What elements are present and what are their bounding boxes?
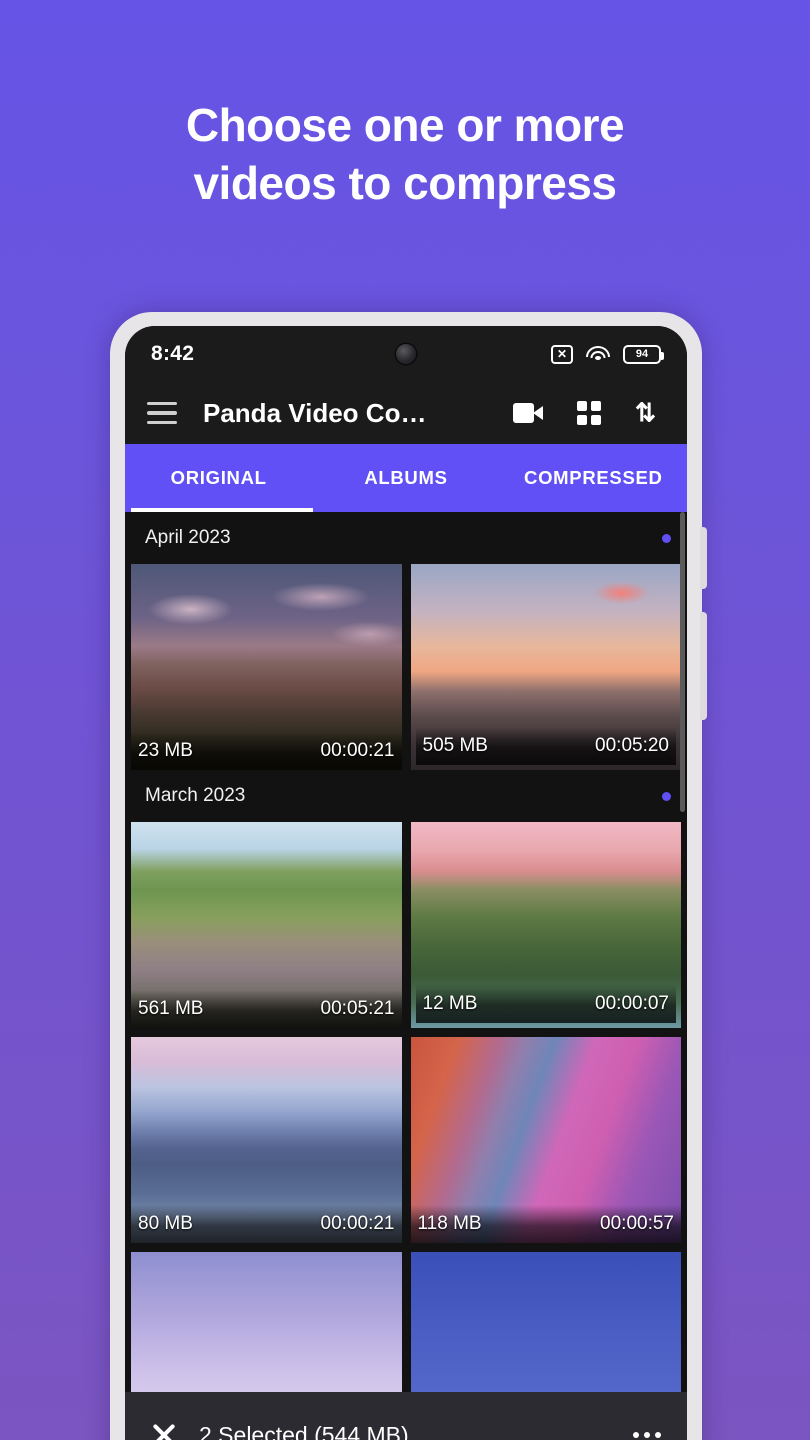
video-duration: 00:00:07 <box>595 993 669 1014</box>
thumbnail-meta: 505 MB 00:05:20 <box>415 727 676 765</box>
phone-screen: 8:42 ✕ 94 Panda Video Co… ⇅ ORIGINAL ALB… <box>125 326 687 1440</box>
promo-headline: Choose one or more videos to compress <box>0 96 810 212</box>
selection-bar-left: 2 Selected (544 MB) <box>151 1422 409 1440</box>
phone-volume-button <box>700 527 707 589</box>
tab-original[interactable]: ORIGINAL <box>125 444 312 512</box>
promo-headline-line1: Choose one or more <box>185 99 625 151</box>
video-thumbnail[interactable]: 23 MB 00:00:21 <box>131 564 402 770</box>
tab-compressed[interactable]: COMPRESSED <box>500 444 687 512</box>
thumbnail-image <box>131 1252 402 1392</box>
video-row: 80 MB 00:00:21 118 MB 00:00:57 <box>125 1037 687 1243</box>
thumbnail-image <box>410 1252 681 1392</box>
section-title: March 2023 <box>145 785 246 806</box>
wifi-icon <box>586 345 610 364</box>
tab-albums[interactable]: ALBUMS <box>312 444 499 512</box>
video-row: 23 MB 00:00:21 505 MB 00:05:20 <box>125 564 687 770</box>
video-thumbnail-selected[interactable]: 12 MB 00:00:07 <box>410 822 681 1028</box>
video-size: 561 MB <box>138 998 204 1019</box>
video-duration: 00:00:21 <box>320 740 395 761</box>
promo-headline-line2: videos to compress <box>193 157 617 209</box>
video-thumbnail[interactable]: 561 MB 00:05:21 <box>131 822 402 1028</box>
section-header-march: March 2023 <box>125 770 687 822</box>
thumbnail-meta: 118 MB 00:00:57 <box>410 1205 681 1243</box>
grid-view-icon[interactable] <box>577 401 601 425</box>
more-options-icon[interactable] <box>633 1432 661 1438</box>
list-scrollbar[interactable] <box>680 512 685 812</box>
selection-count-label: 2 Selected (544 MB) <box>199 1421 409 1440</box>
front-camera-cutout <box>396 344 416 364</box>
thumbnail-meta: 23 MB 00:00:21 <box>131 732 402 770</box>
selection-bar: 2 Selected (544 MB) <box>125 1392 687 1440</box>
section-selection-dot[interactable] <box>662 533 671 543</box>
video-thumbnail[interactable]: 80 MB 00:00:21 <box>131 1037 402 1243</box>
video-thumbnail[interactable]: 118 MB 00:00:57 <box>410 1037 681 1243</box>
phone-mockup: 8:42 ✕ 94 Panda Video Co… ⇅ ORIGINAL ALB… <box>110 312 707 1440</box>
tab-bar: ORIGINAL ALBUMS COMPRESSED <box>125 444 687 512</box>
sort-icon[interactable]: ⇅ <box>635 400 661 426</box>
video-size: 505 MB <box>422 735 488 756</box>
app-bar-actions: ⇅ <box>513 400 661 426</box>
video-thumbnail-selected[interactable]: 505 MB 00:05:20 <box>410 564 681 770</box>
video-size: 80 MB <box>138 1213 193 1234</box>
app-title: Panda Video Co… <box>203 397 427 428</box>
section-header-april: April 2023 <box>125 512 687 564</box>
video-camera-icon[interactable] <box>513 403 543 423</box>
section-title: April 2023 <box>145 527 231 548</box>
video-duration: 00:00:21 <box>320 1213 395 1234</box>
battery-level-label: 94 <box>635 347 649 360</box>
section-selection-dot[interactable] <box>662 791 671 801</box>
video-duration: 00:05:21 <box>320 998 395 1019</box>
status-bar: 8:42 ✕ 94 <box>125 326 687 382</box>
app-bar: Panda Video Co… ⇅ <box>125 382 687 444</box>
video-duration: 00:05:20 <box>595 735 669 756</box>
status-clock: 8:42 <box>151 342 195 365</box>
battery-icon: 94 <box>623 344 664 364</box>
status-icons: ✕ 94 <box>551 344 664 364</box>
phone-power-button <box>700 612 707 720</box>
video-thumbnail[interactable] <box>410 1252 681 1392</box>
close-icon[interactable] <box>151 1422 177 1440</box>
thumbnail-meta: 80 MB 00:00:21 <box>131 1205 402 1243</box>
video-row: 561 MB 00:05:21 12 MB 00:00:07 <box>125 822 687 1028</box>
video-list[interactable]: April 2023 23 MB 00:00:21 505 MB 00:05:2… <box>125 512 687 1392</box>
video-duration: 00:00:57 <box>600 1213 674 1234</box>
hamburger-menu-icon[interactable] <box>147 402 177 424</box>
video-size: 118 MB <box>417 1213 482 1234</box>
video-size: 23 MB <box>138 740 193 761</box>
thumbnail-meta: 12 MB 00:00:07 <box>415 985 676 1023</box>
video-size: 12 MB <box>422 993 478 1014</box>
video-row-partial <box>125 1252 687 1392</box>
no-sim-icon: ✕ <box>551 344 573 364</box>
thumbnail-meta: 561 MB 00:05:21 <box>131 990 402 1028</box>
video-thumbnail[interactable] <box>131 1252 402 1392</box>
